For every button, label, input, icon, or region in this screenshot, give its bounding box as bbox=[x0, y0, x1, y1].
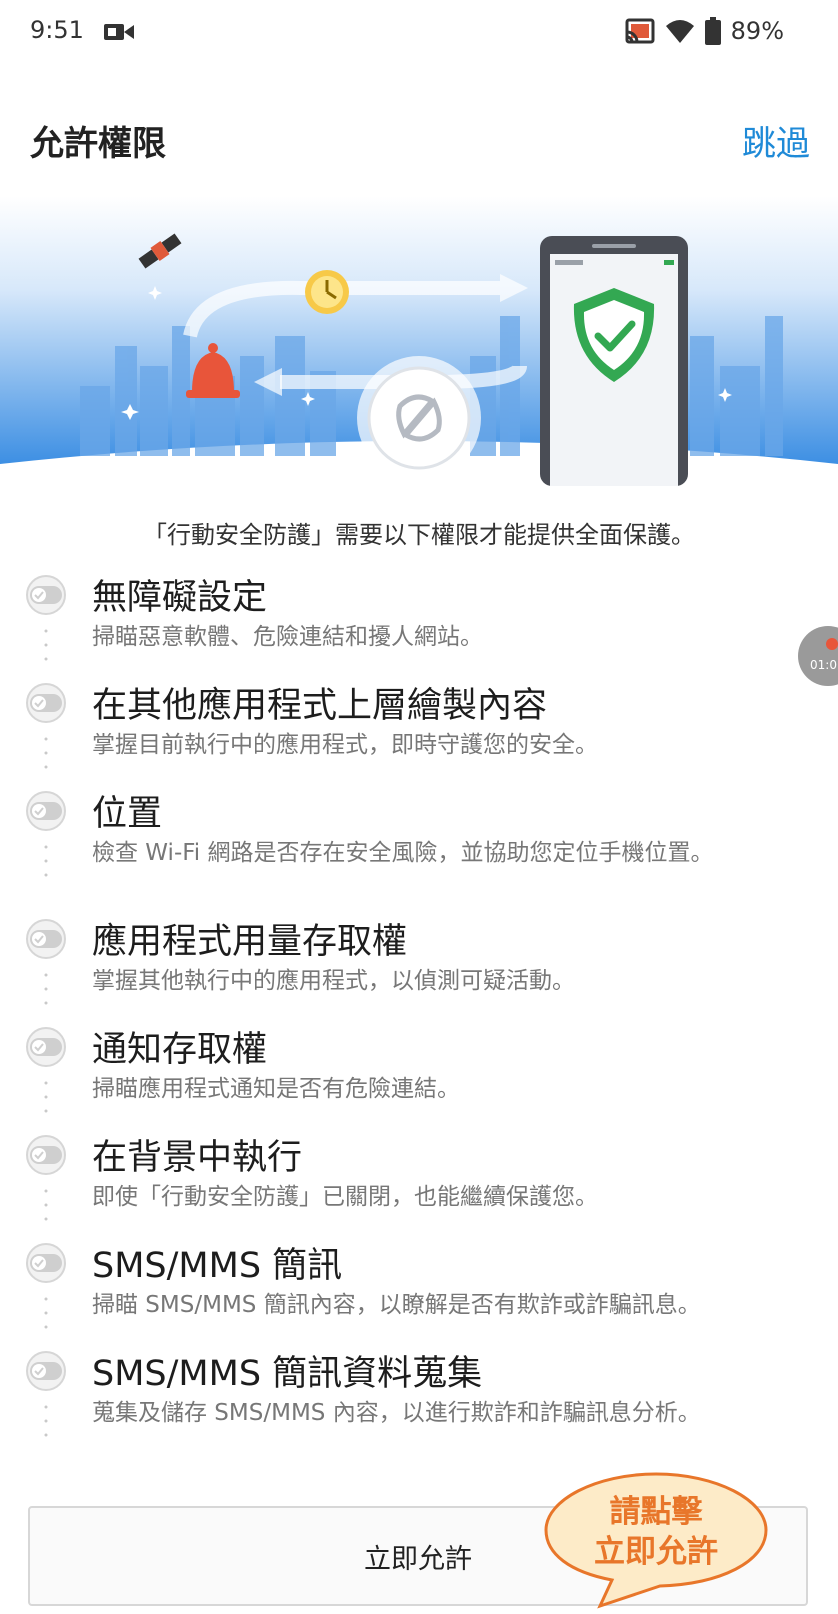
screen-recorder-bubble[interactable]: 01:0 bbox=[798, 626, 838, 686]
toggle-off-icon bbox=[26, 791, 66, 831]
permission-name: 在其他應用程式上層繪製內容 bbox=[92, 686, 548, 726]
hero-illustration bbox=[0, 196, 838, 486]
clock-icon bbox=[305, 270, 349, 314]
toggle-off-icon bbox=[26, 1243, 66, 1283]
permission-desc: 掌握目前執行中的應用程式，即時守護您的安全。 bbox=[92, 732, 598, 758]
step-connector bbox=[44, 1081, 48, 1113]
step-connector bbox=[44, 1405, 48, 1437]
skip-button[interactable]: 跳過 bbox=[742, 116, 810, 165]
permission-name: 在背景中執行 bbox=[92, 1138, 303, 1178]
callout-line-1: 請點擊 bbox=[609, 1494, 703, 1530]
permission-name: SMS/MMS 簡訊資料蒐集 bbox=[92, 1354, 483, 1394]
video-camera-icon bbox=[104, 24, 134, 40]
recorder-time: 01:0 bbox=[810, 658, 837, 672]
step-connector bbox=[44, 629, 48, 661]
toggle-off-icon bbox=[26, 575, 66, 615]
permission-intro-text: 「行動安全防護」需要以下權限才能提供全面保護。 bbox=[143, 521, 695, 549]
page-title: 允許權限 bbox=[30, 124, 166, 164]
permission-desc: 掃瞄 SMS/MMS 簡訊內容，以瞭解是否有欺詐或詐騙訊息。 bbox=[92, 1292, 701, 1318]
phone-illustration bbox=[540, 236, 688, 486]
step-connector bbox=[44, 973, 48, 1005]
permission-name: 位置 bbox=[92, 794, 163, 834]
record-dot-icon bbox=[826, 638, 838, 650]
step-connector bbox=[44, 845, 48, 877]
battery-icon bbox=[704, 17, 721, 45]
toggle-off-icon bbox=[26, 1135, 66, 1175]
permission-desc: 掃瞄應用程式通知是否有危險連結。 bbox=[92, 1076, 460, 1102]
permission-desc: 蒐集及儲存 SMS/MMS 內容，以進行欺詐和詐騙訊息分析。 bbox=[92, 1400, 701, 1426]
status-time: 9:51 bbox=[30, 16, 84, 44]
callout-line-2: 立即允許 bbox=[594, 1534, 718, 1570]
app-logo-icon bbox=[357, 356, 481, 480]
step-connector bbox=[44, 1189, 48, 1221]
toggle-off-icon bbox=[26, 1027, 66, 1067]
tap-hint-callout: 請點擊 立即允許 bbox=[540, 1470, 772, 1610]
permission-name: 應用程式用量存取權 bbox=[92, 922, 408, 962]
permission-name: 無障礙設定 bbox=[92, 578, 268, 618]
step-connector bbox=[44, 1297, 48, 1329]
toggle-off-icon bbox=[26, 683, 66, 723]
cast-icon bbox=[625, 18, 655, 44]
status-bar: 9:51 89% bbox=[0, 0, 838, 64]
battery-percent: 89% bbox=[730, 17, 784, 45]
permission-desc: 即使「行動安全防護」已關閉，也能繼續保護您。 bbox=[92, 1184, 598, 1210]
permission-desc: 掌握其他執行中的應用程式，以偵測可疑活動。 bbox=[92, 968, 575, 994]
permission-name: SMS/MMS 簡訊 bbox=[92, 1246, 343, 1286]
permission-desc: 檢查 Wi-Fi 網路是否存在安全風險，並協助您定位手機位置。 bbox=[92, 840, 714, 866]
permission-desc: 掃瞄惡意軟體、危險連結和擾人網站。 bbox=[92, 624, 483, 650]
toggle-off-icon bbox=[26, 1351, 66, 1391]
step-connector bbox=[44, 737, 48, 769]
permission-name: 通知存取權 bbox=[92, 1030, 268, 1070]
toggle-off-icon bbox=[26, 919, 66, 959]
wifi-icon bbox=[665, 20, 694, 43]
